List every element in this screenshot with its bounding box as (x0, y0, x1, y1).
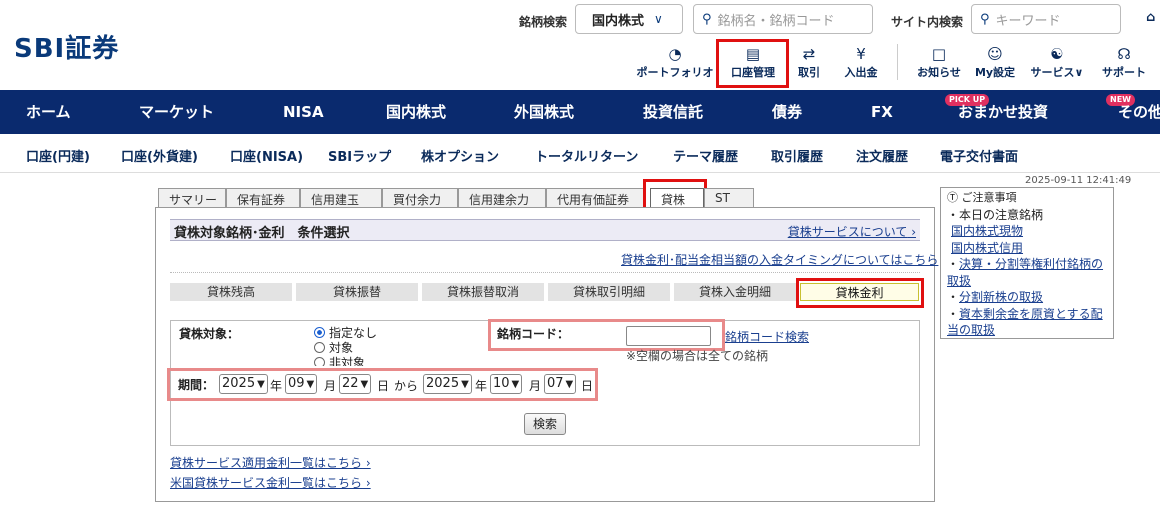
stock-search-input[interactable]: ⚲ 銘柄名・銘柄コード (693, 4, 873, 34)
radio-checked-icon (314, 327, 325, 338)
divider (170, 272, 920, 273)
notice-link-earnings-split[interactable]: 決算・分割等権利付銘柄の取扱 (947, 257, 1103, 288)
nav-market[interactable]: マーケット (139, 90, 214, 134)
support-button[interactable]: ☊ サポート (1096, 44, 1152, 80)
tab-summary[interactable]: サマリー (158, 188, 226, 208)
nav-bond[interactable]: 債券 (772, 90, 802, 134)
subnav-e-delivery[interactable]: 電子交付書面 (940, 146, 1018, 165)
subnav-stock-option[interactable]: 株オプション (421, 146, 499, 165)
speech-icon: □ (931, 45, 947, 63)
nav-home[interactable]: ホーム (26, 90, 71, 134)
headset-icon: ☊ (1117, 45, 1131, 63)
portfolio-button[interactable]: ◔ ポートフォリオ (633, 44, 717, 80)
tab-margin-positions[interactable]: 信用建玉 (300, 188, 382, 208)
service-icon: ☯ (1050, 45, 1064, 63)
nav-domestic-stock[interactable]: 国内株式 (386, 90, 446, 134)
transfer-icon: ⇄ (802, 45, 816, 63)
tab-margin-power[interactable]: 信用建余力 (458, 188, 546, 208)
sbi-logo[interactable]: SBI証券 (14, 28, 119, 65)
subnav-theme-history[interactable]: テーマ履歴 (673, 146, 738, 165)
header-divider (897, 44, 898, 80)
tab-collateral[interactable]: 代用有価証券 (546, 188, 646, 208)
search-icon: ⚲ (702, 11, 712, 27)
subtab-deposit-details[interactable]: 貸株入金明細 (674, 283, 796, 301)
tab-buying-power[interactable]: 買付余力 (382, 188, 458, 208)
subnav-trade-history[interactable]: 取引履歴 (771, 146, 823, 165)
search-button[interactable]: 検索 (524, 413, 566, 435)
tab-st[interactable]: ST (704, 188, 754, 208)
subtab-lending-transfer[interactable]: 貸株振替 (296, 283, 418, 301)
market-select[interactable]: 国内株式 ∨ (575, 4, 683, 34)
main-nav: ホーム マーケット NISA 国内株式 外国株式 投資信託 債券 FX PICK… (0, 90, 1160, 134)
trade-button[interactable]: ⇄ 取引 (792, 44, 826, 80)
stock-code-note: ※空欄の場合は全ての銘柄 (626, 349, 769, 363)
search-icon: ⚲ (980, 11, 990, 27)
my-settings-button[interactable]: ☺ My設定 (972, 44, 1018, 80)
subnav-sbi-wrap[interactable]: SBIラップ (328, 146, 391, 165)
tab-holdings[interactable]: 保有証券 (226, 188, 300, 208)
highlight-account-management (716, 39, 789, 88)
subtab-lending-balance[interactable]: 貸株残高 (170, 283, 292, 301)
us-lending-rate-list-link[interactable]: 米国貸株サービス金利一覧はこちら › (170, 474, 371, 491)
timing-info-link[interactable]: 貸株金利･配当金相当額の入金タイミングについてはこちら (621, 251, 938, 268)
nav-omakase[interactable]: おまかせ投資 (958, 90, 1048, 134)
timestamp: 2025-09-11 12:41:49 (1025, 175, 1132, 186)
nav-fund[interactable]: 投資信託 (643, 90, 703, 134)
notice-box: Ⓣ ご注意事項 ・本日の注意銘柄 国内株式現物 国内株式信用 ・決算・分割等権利… (940, 187, 1114, 339)
radio-unchecked-icon (314, 357, 325, 366)
notice-icon: Ⓣ (947, 191, 958, 204)
notice-link-capital-surplus-dividend[interactable]: 資本剰余金を原資とする配当の取扱 (947, 307, 1103, 338)
site-search-label: サイト内検索 (891, 15, 964, 29)
lending-target-label: 貸株対象： (179, 327, 240, 341)
notice-link-domestic-margin[interactable]: 国内株式信用 (951, 241, 1023, 255)
subnav-total-return[interactable]: トータルリターン (535, 146, 638, 165)
yen-icon: ¥ (856, 45, 866, 63)
pie-chart-icon: ◔ (668, 45, 682, 63)
subtab-trade-details[interactable]: 貸株取引明細 (548, 283, 670, 301)
notice-item: ・本日の注意銘柄 (947, 207, 1044, 222)
notice-link-domestic-cash[interactable]: 国内株式現物 (951, 224, 1023, 238)
nav-fx[interactable]: FX (871, 90, 893, 134)
radio-unchecked-icon (314, 342, 325, 353)
subtab-transfer-cancel[interactable]: 貸株振替取消 (422, 283, 544, 301)
deposit-withdraw-button[interactable]: ¥ 入出金 (840, 44, 882, 80)
radio-non-target[interactable]: 非対象 (314, 356, 377, 366)
nav-other[interactable]: その他 (1118, 90, 1160, 134)
subnav-nisa-account[interactable]: 口座(NISA) (230, 146, 303, 165)
highlight-period (167, 368, 598, 401)
notice-link-split-new-shares[interactable]: 分割新株の取扱 (959, 290, 1043, 304)
nav-nisa[interactable]: NISA (283, 90, 324, 134)
globe-icon[interactable]: ⌂ (1146, 10, 1155, 25)
user-icon: ☺ (987, 45, 1003, 63)
subnav-order-history[interactable]: 注文履歴 (856, 146, 908, 165)
highlight-lending-rate (796, 278, 924, 308)
subnav-fx-account[interactable]: 口座(外貨建) (121, 146, 198, 165)
chevron-down-icon: ∨ (654, 12, 663, 26)
notice-title: Ⓣ ご注意事項 (947, 191, 1017, 204)
chevron-down-icon: ∨ (1074, 66, 1084, 79)
notice-button[interactable]: □ お知らせ (912, 44, 966, 80)
stock-code-search-link[interactable]: 銘柄コード検索 (725, 328, 809, 345)
radio-unspecified[interactable]: 指定なし (314, 326, 377, 341)
lending-target-radio-group: 指定なし 対象 非対象 (314, 326, 377, 366)
stock-search-label: 銘柄検索 (519, 15, 568, 29)
subnav-jpy-account[interactable]: 口座(円建) (26, 146, 90, 165)
site-search-input[interactable]: ⚲ キーワード (971, 4, 1121, 34)
radio-target[interactable]: 対象 (314, 341, 377, 356)
lending-rate-list-link[interactable]: 貸株サービス適用金利一覧はこちら › (170, 454, 371, 471)
service-info-link[interactable]: 貸株サービスについて › (788, 223, 916, 240)
nav-foreign-stock[interactable]: 外国株式 (514, 90, 574, 134)
section-title-bar: 貸株対象銘柄･金利 条件選択 貸株サービスについて › (170, 219, 920, 241)
subnav-divider (0, 172, 1160, 173)
section-title: 貸株対象銘柄･金利 条件選択 (174, 226, 350, 241)
service-menu-button[interactable]: ☯ サービス∨ (1025, 44, 1089, 80)
